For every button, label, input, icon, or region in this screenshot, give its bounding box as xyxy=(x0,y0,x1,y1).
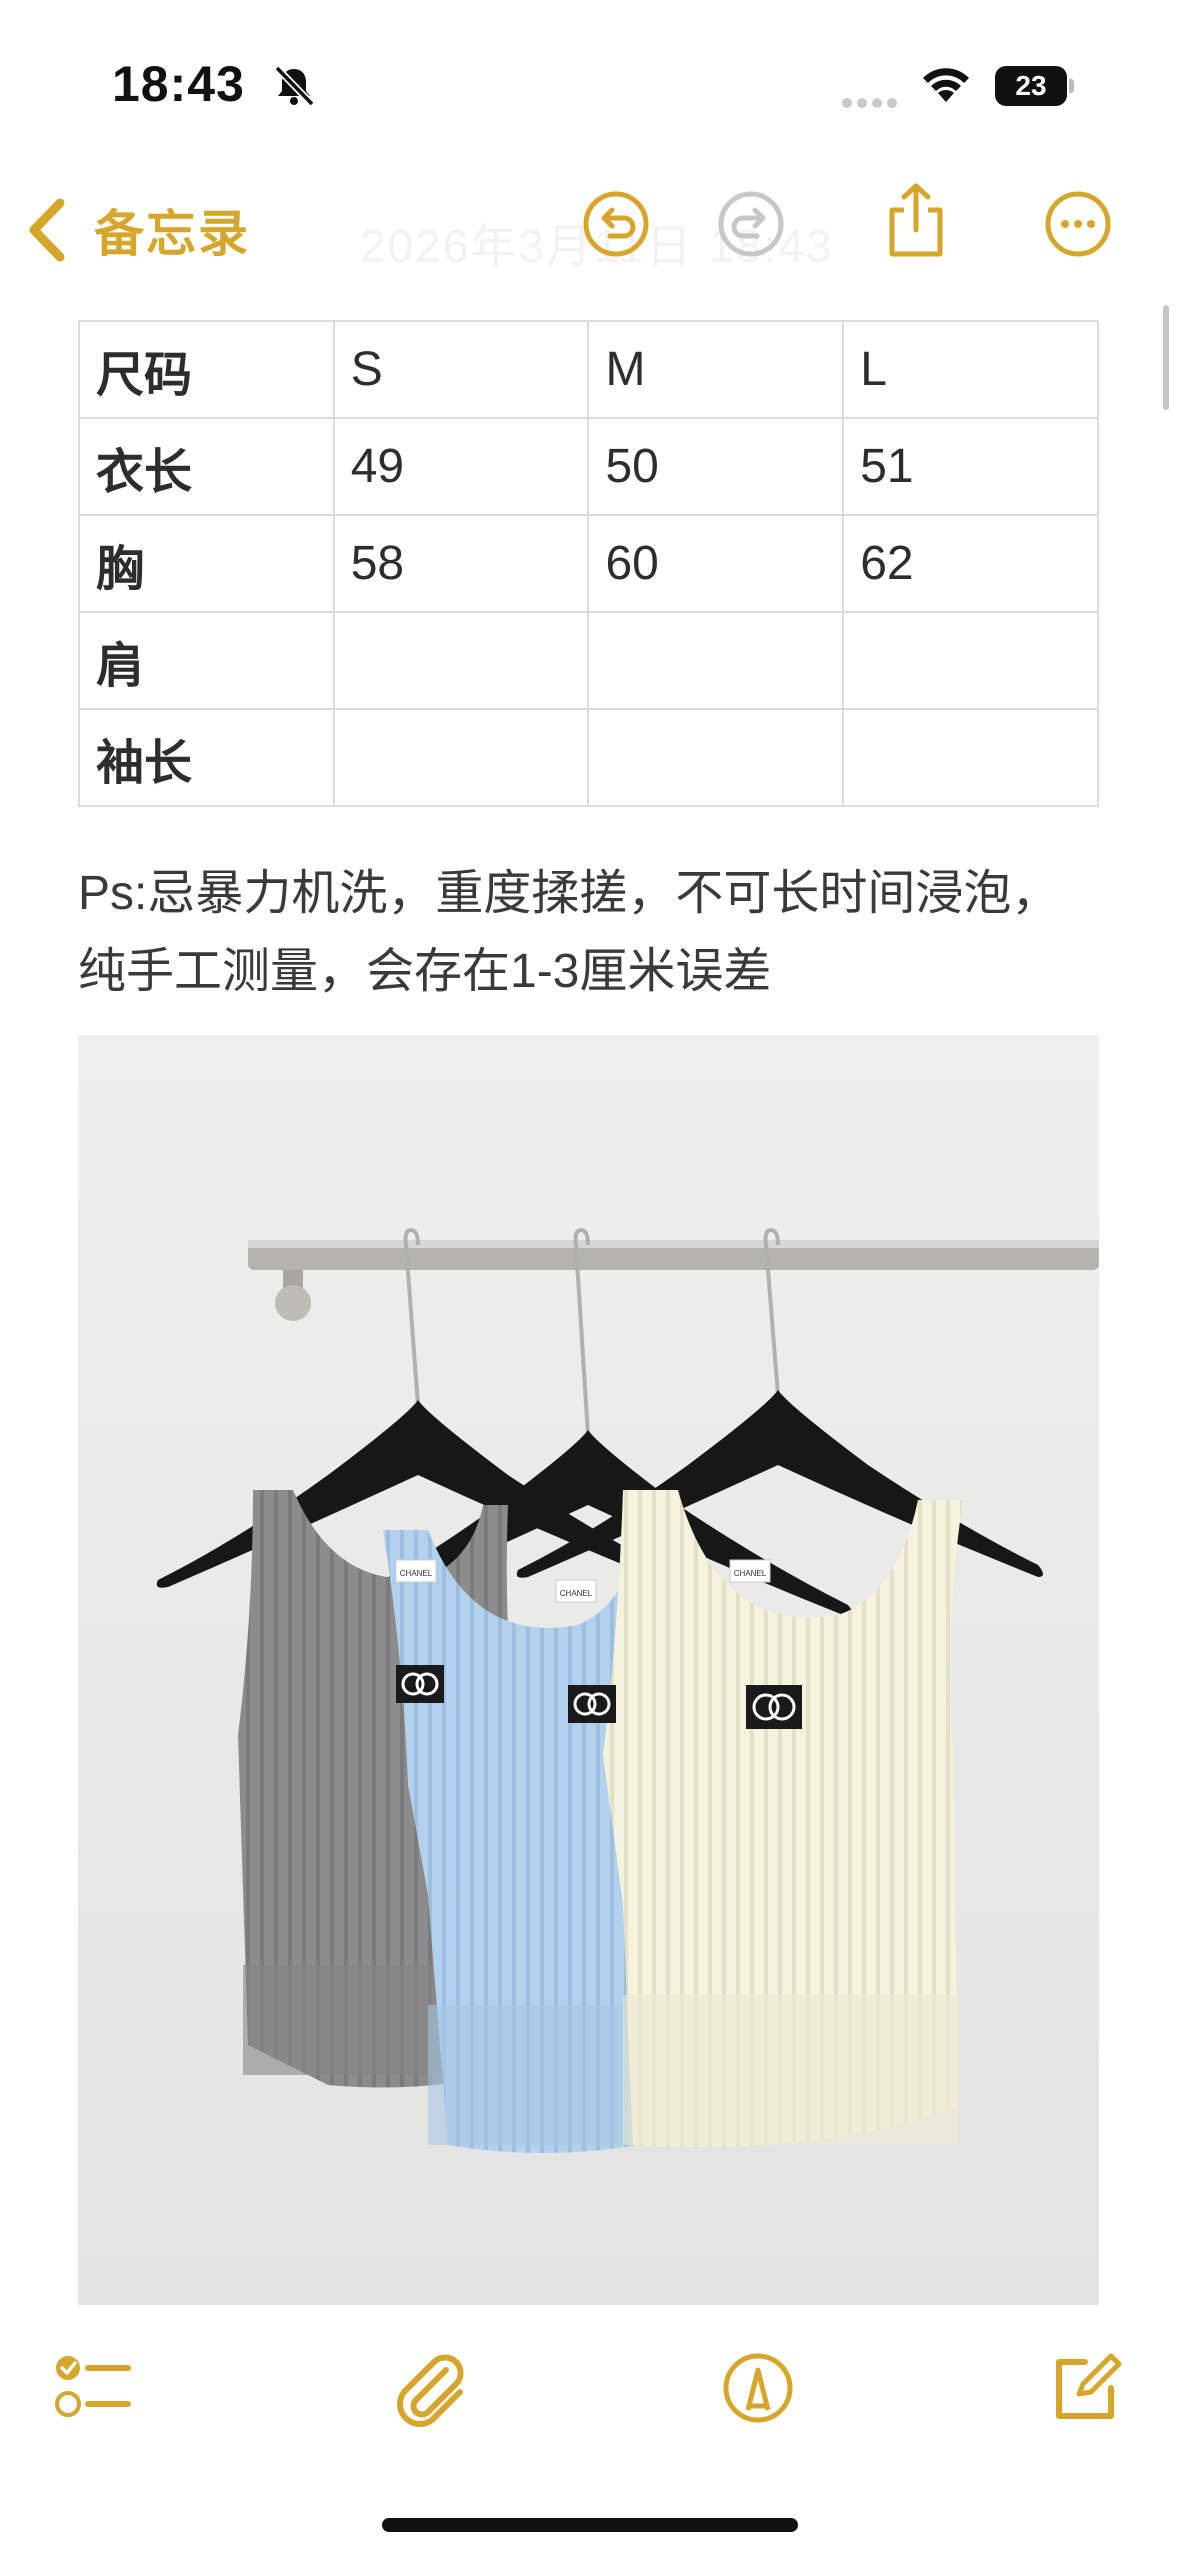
redo-icon[interactable] xyxy=(715,188,787,260)
share-icon[interactable] xyxy=(880,180,952,260)
logo-patch xyxy=(746,1685,802,1729)
markup-pen-icon[interactable] xyxy=(718,2348,798,2428)
table-row: 尺码 S M L xyxy=(78,320,1099,419)
table-cell[interactable]: 60 xyxy=(587,514,845,613)
table-cell[interactable]: 袖长 xyxy=(78,708,335,807)
battery-icon: 23 xyxy=(995,66,1075,106)
table-cell[interactable] xyxy=(587,708,845,807)
undo-icon[interactable] xyxy=(580,188,652,260)
back-label: 备忘录 xyxy=(94,206,250,262)
logo-patch xyxy=(568,1685,616,1723)
table-cell[interactable]: 衣长 xyxy=(78,417,335,516)
paperclip-icon[interactable] xyxy=(390,2348,470,2428)
table-row: 衣长 49 50 51 xyxy=(78,417,1099,516)
table-cell[interactable]: 62 xyxy=(842,514,1099,613)
tag-text: CHANEL xyxy=(560,1589,593,1598)
checklist-icon[interactable] xyxy=(52,2348,132,2428)
table-cell[interactable]: 肩 xyxy=(78,611,335,710)
table-cell[interactable] xyxy=(332,708,590,807)
table-cell[interactable]: 58 xyxy=(332,514,590,613)
notes-screen: 18:43 23 备忘录 2026年3月11日 18:43 尺码 S M L 衣… xyxy=(0,0,1179,2556)
tag-text: CHANEL xyxy=(400,1569,433,1578)
table-cell[interactable]: L xyxy=(842,320,1099,419)
battery-level: 23 xyxy=(1015,70,1047,101)
back-button[interactable]: 备忘录 xyxy=(24,190,250,270)
table-cell[interactable]: 50 xyxy=(587,417,845,516)
table-row: 袖长 xyxy=(78,708,1099,807)
table-row: 肩 xyxy=(78,611,1099,710)
status-time: 18:43 xyxy=(112,56,245,112)
bell-slash-icon xyxy=(274,65,315,107)
size-table: 尺码 S M L 衣长 49 50 51 胸 58 60 62 肩 袖长 xyxy=(78,320,1099,807)
table-cell[interactable]: S xyxy=(332,320,590,419)
table-cell[interactable] xyxy=(332,611,590,710)
product-photo[interactable]: CHANEL CHANEL CHANEL xyxy=(78,1035,1099,2305)
signal-dots-icon xyxy=(842,95,902,113)
note-text[interactable]: Ps:忌暴力机洗，重度揉搓，不可长时间浸泡， 纯手工测量，会存在1-3厘米误差 xyxy=(78,855,1118,1011)
table-cell[interactable]: 尺码 xyxy=(78,320,335,419)
note-line: 纯手工测量，会存在1-3厘米误差 xyxy=(78,945,772,998)
scroll-indicator[interactable] xyxy=(1163,305,1169,410)
tank-tops-photo: CHANEL CHANEL CHANEL xyxy=(78,1035,1099,2305)
chevron-left-icon xyxy=(29,198,65,262)
table-cell[interactable] xyxy=(842,611,1099,710)
table-cell[interactable] xyxy=(842,708,1099,807)
tag-text: CHANEL xyxy=(734,1569,767,1578)
more-icon[interactable] xyxy=(1042,188,1114,260)
table-row: 胸 58 60 62 xyxy=(78,514,1099,613)
wifi-icon xyxy=(923,68,969,102)
note-line: Ps:忌暴力机洗，重度揉搓，不可长时间浸泡， xyxy=(78,867,1060,920)
table-cell[interactable]: M xyxy=(587,320,845,419)
home-indicator[interactable] xyxy=(382,2518,798,2532)
table-cell[interactable]: 51 xyxy=(842,417,1099,516)
compose-icon[interactable] xyxy=(1045,2348,1125,2428)
logo-patch xyxy=(396,1665,444,1703)
table-cell[interactable]: 胸 xyxy=(78,514,335,613)
table-cell[interactable]: 49 xyxy=(332,417,590,516)
table-cell[interactable] xyxy=(587,611,845,710)
